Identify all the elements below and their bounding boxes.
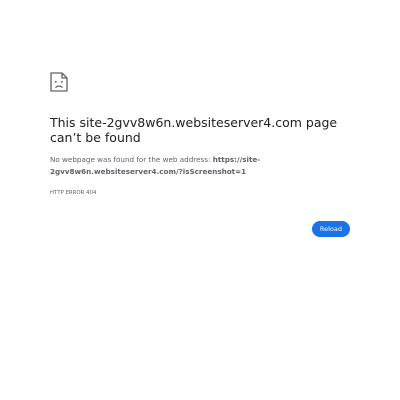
reload-button[interactable]: Reload <box>311 221 350 237</box>
error-page: This site-2gvv8w6n.websiteserver4.com pa… <box>50 72 350 237</box>
button-row: Reload <box>50 221 350 237</box>
error-description: No webpage was found for the web address… <box>50 154 350 178</box>
description-text: No webpage was found for the web address… <box>50 155 213 164</box>
sad-page-icon <box>50 72 350 92</box>
error-code: HTTP ERROR 404 <box>50 190 97 196</box>
error-headline: This site-2gvv8w6n.websiteserver4.com pa… <box>50 115 338 145</box>
